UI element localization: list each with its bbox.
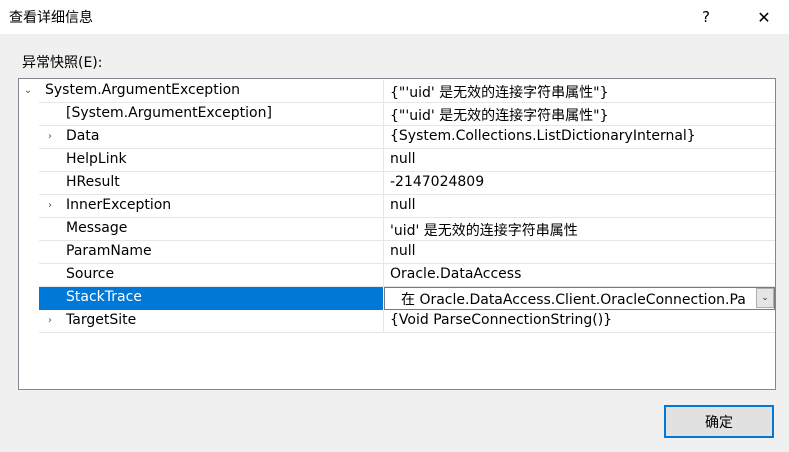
grid-row-value: {Void ParseConnectionString()} xyxy=(390,312,613,328)
grid-row-value: Oracle.DataAccess xyxy=(390,266,522,282)
grid-row-name: HelpLink xyxy=(66,151,127,167)
grid-row[interactable]: HResult -2147024809 xyxy=(19,172,775,195)
grid-row-name: Source xyxy=(66,266,115,282)
grid-row[interactable]: › TargetSite {Void ParseConnectionString… xyxy=(19,310,775,333)
grid-row-name: Message xyxy=(66,220,128,236)
grid-row-selected[interactable]: StackTrace 在 Oracle.DataAccess.Client.Or… xyxy=(19,287,775,310)
ok-button[interactable]: 确定 xyxy=(664,405,774,438)
grid-row[interactable]: HelpLink null xyxy=(19,149,775,172)
grid-row-name: ParamName xyxy=(66,243,152,259)
help-icon[interactable]: ? xyxy=(683,0,729,34)
chevron-down-icon[interactable]: ⌄ xyxy=(22,83,34,97)
chevron-right-icon[interactable]: › xyxy=(44,313,56,327)
grid-row-name: System.ArgumentException xyxy=(45,82,241,98)
grid-row-value: {"'uid' 是无效的连接字符串属性"} xyxy=(390,85,609,101)
grid-row-value: null xyxy=(390,151,416,167)
grid-row[interactable]: ParamName null xyxy=(19,241,775,264)
grid-row[interactable]: Message 'uid' 是无效的连接字符串属性 xyxy=(19,218,775,241)
grid-row[interactable]: › Data {System.Collections.ListDictionar… xyxy=(19,126,775,149)
grid-row-root[interactable]: ⌄ System.ArgumentException {"'uid' 是无效的连… xyxy=(19,80,775,103)
grid-row-name: InnerException xyxy=(66,197,172,213)
grid-row-value: 'uid' 是无效的连接字符串属性 xyxy=(390,223,578,239)
grid-row-name: TargetSite xyxy=(66,312,137,328)
dropdown-chevron-icon[interactable]: ⌄ xyxy=(756,288,774,308)
grid-row-name: StackTrace xyxy=(66,289,142,305)
grid-row-name: HResult xyxy=(66,174,120,190)
grid-row[interactable]: [System.ArgumentException] {"'uid' 是无效的连… xyxy=(19,103,775,126)
title-bar: 查看详细信息 ? ✕ xyxy=(0,0,789,34)
grid-row-value: null xyxy=(390,197,416,213)
grid-row-value: -2147024809 xyxy=(390,174,485,190)
grid-row-value[interactable]: 在 Oracle.DataAccess.Client.OracleConnect… xyxy=(401,289,757,309)
grid-row[interactable]: › InnerException null xyxy=(19,195,775,218)
grid-row-value: {"'uid' 是无效的连接字符串属性"} xyxy=(390,108,609,124)
exception-snapshot-label: 异常快照(E): xyxy=(22,55,103,71)
grid-row-value: null xyxy=(390,243,416,259)
chevron-right-icon[interactable]: › xyxy=(44,129,56,143)
grid-row-value: {System.Collections.ListDictionaryIntern… xyxy=(390,128,696,144)
exception-property-grid[interactable]: ⌄ System.ArgumentException {"'uid' 是无效的连… xyxy=(18,78,776,390)
grid-row-name: Data xyxy=(66,128,100,144)
grid-row-name: [System.ArgumentException] xyxy=(66,105,272,121)
chevron-right-icon[interactable]: › xyxy=(44,198,56,212)
close-icon[interactable]: ✕ xyxy=(741,0,787,34)
grid-row[interactable]: Source Oracle.DataAccess xyxy=(19,264,775,287)
window-title: 查看详细信息 xyxy=(9,10,93,26)
